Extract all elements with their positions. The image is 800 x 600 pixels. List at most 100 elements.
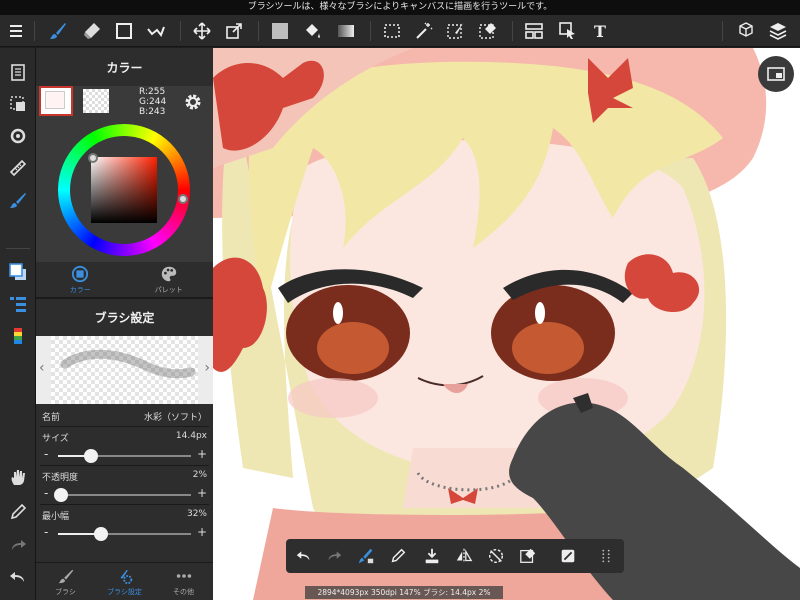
menu-icon[interactable]: [4, 19, 28, 43]
size-slider[interactable]: - +: [36, 445, 213, 465]
eraser-icon[interactable]: [80, 19, 104, 43]
magic-wand-icon[interactable]: [412, 19, 436, 43]
undo-rail-icon[interactable]: [6, 566, 30, 590]
bucket-icon[interactable]: [300, 19, 324, 43]
tab-brush-settings[interactable]: ブラシ設定: [95, 563, 154, 600]
slider-thumb[interactable]: [93, 527, 108, 541]
hand-icon[interactable]: [6, 466, 30, 490]
select-eraser-icon[interactable]: [476, 19, 500, 43]
layers-icon[interactable]: [766, 19, 790, 43]
color-panel-icon[interactable]: [6, 260, 30, 284]
eyedropper-icon[interactable]: [6, 500, 30, 524]
toolbar-divider: [512, 21, 513, 41]
undo-icon[interactable]: [292, 544, 316, 568]
tab-palette[interactable]: パレット: [125, 262, 214, 297]
tab-brush-settings-label: ブラシ設定: [107, 587, 142, 596]
tab-color-label: カラー: [69, 285, 91, 294]
slider-thumb[interactable]: [53, 488, 68, 502]
artwork: [213, 48, 800, 600]
material-icon[interactable]: [6, 324, 30, 348]
flip-icon[interactable]: [452, 544, 476, 568]
quick-select-eraser-icon[interactable]: [516, 544, 540, 568]
brush-name-value: 水彩（ソフト）: [143, 413, 207, 423]
main-color-swatch[interactable]: [39, 86, 73, 116]
brush-icon[interactable]: [46, 19, 70, 43]
tool-hint-bar: ブラシツールは、様々なブラシによりキャンバスに描画を行うツールです。: [0, 0, 800, 15]
pages-icon[interactable]: [6, 60, 30, 84]
opacity-label: 不透明度: [42, 473, 79, 483]
next-brush-icon[interactable]: ›: [204, 360, 210, 376]
brush-rail-icon[interactable]: [6, 188, 30, 212]
slider-track: [58, 449, 191, 463]
saturation-brightness-square[interactable]: [91, 157, 157, 223]
snap-icon[interactable]: [556, 544, 580, 568]
quick-action-bar: [286, 539, 624, 573]
color-panel-title: カラー: [106, 60, 143, 75]
hue-cursor[interactable]: [178, 194, 188, 204]
rail-divider: [6, 248, 30, 249]
shape-icon[interactable]: [112, 19, 136, 43]
text-icon[interactable]: T: [588, 19, 612, 43]
gear-icon[interactable]: [183, 92, 203, 112]
grid-icon[interactable]: [594, 544, 618, 568]
color-circle-icon: [72, 265, 89, 282]
navigator-button[interactable]: [758, 56, 794, 92]
tab-color[interactable]: カラー: [36, 262, 125, 297]
redo-rail-icon[interactable]: [6, 534, 30, 558]
brush-name-label: 名前: [42, 413, 61, 423]
opacity-row: 不透明度 2%: [36, 466, 213, 484]
quick-brush-eraser-icon[interactable]: [354, 544, 378, 568]
fill-color-icon[interactable]: [268, 19, 292, 43]
min-width-slider[interactable]: - +: [36, 523, 213, 543]
tab-other[interactable]: その他: [154, 563, 213, 600]
more-icon: [176, 573, 191, 578]
move-icon[interactable]: [190, 19, 214, 43]
rotate-reset-icon[interactable]: [484, 544, 508, 568]
correction-icon[interactable]: [144, 19, 168, 43]
toolbar-divider: [722, 21, 723, 41]
size-decrease-button[interactable]: -: [44, 447, 48, 461]
select-pen-icon[interactable]: [444, 19, 468, 43]
gradient-icon[interactable]: [334, 19, 358, 43]
redo-icon[interactable]: [322, 544, 346, 568]
operation-icon[interactable]: [556, 19, 580, 43]
opacity-value: 2%: [192, 470, 207, 480]
brush-name-row[interactable]: 名前 水彩（ソフト）: [36, 404, 213, 426]
select-icon[interactable]: [380, 19, 404, 43]
sv-cursor[interactable]: [88, 153, 98, 163]
app-window: ブラシツールは、様々なブラシによりキャンバスに描画を行うツールです。 T カラー…: [0, 0, 800, 600]
min-width-label: 最小幅: [42, 512, 70, 522]
layer-list-icon[interactable]: [6, 292, 30, 316]
toolbar-divider: [370, 21, 371, 41]
ruler-icon[interactable]: [6, 156, 30, 180]
rgb-readout: R:255 G:244 B:243: [139, 87, 166, 117]
min-width-increase-button[interactable]: +: [197, 525, 207, 539]
tab-brush-label: ブラシ: [55, 587, 76, 596]
brush-tab-icon: [58, 569, 73, 583]
transform-icon[interactable]: [222, 19, 246, 43]
text-tool-glyph: T: [594, 21, 606, 41]
3d-icon[interactable]: [734, 19, 758, 43]
opacity-decrease-button[interactable]: -: [44, 486, 48, 500]
slider-thumb[interactable]: [84, 449, 99, 463]
min-width-row: 最小幅 32%: [36, 505, 213, 523]
quick-eyedropper-icon[interactable]: [386, 544, 410, 568]
rotate-icon[interactable]: [6, 124, 30, 148]
size-value: 14.4px: [175, 431, 207, 441]
toolbar-divider: [180, 21, 181, 41]
selection-layer-icon[interactable]: [6, 92, 30, 116]
import-icon[interactable]: [420, 544, 444, 568]
prev-brush-icon[interactable]: ‹: [39, 360, 45, 376]
slider-track: [53, 488, 191, 502]
brush-settings-tab-icon: [120, 569, 132, 584]
drawing-canvas[interactable]: 2894*4093px 350dpi 147% ブラシ: 14.4px 2%: [213, 48, 800, 600]
tab-brush[interactable]: ブラシ: [36, 563, 95, 600]
brush-preview: ‹ ›: [36, 336, 213, 404]
layout-icon[interactable]: [522, 19, 546, 43]
opacity-increase-button[interactable]: +: [197, 486, 207, 500]
sub-color-swatch[interactable]: [83, 89, 109, 113]
size-row: サイズ 14.4px: [36, 427, 213, 445]
opacity-slider[interactable]: - +: [36, 484, 213, 504]
min-width-decrease-button[interactable]: -: [44, 525, 48, 539]
size-increase-button[interactable]: +: [197, 447, 207, 461]
